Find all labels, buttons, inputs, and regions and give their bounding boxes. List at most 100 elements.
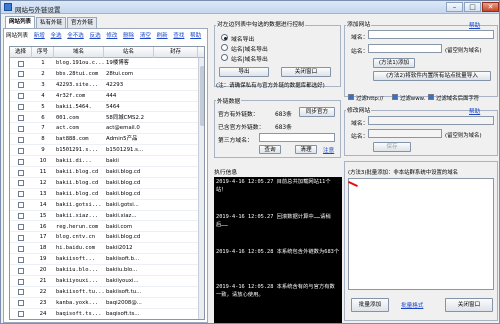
row-checkbox[interactable] <box>18 158 24 165</box>
tab-site-list[interactable]: 网站列表 <box>5 16 35 28</box>
row-checkbox[interactable] <box>18 169 24 176</box>
radio-export-name-domain[interactable] <box>221 44 228 51</box>
row-checkbox[interactable] <box>18 115 24 121</box>
row-checkbox[interactable] <box>18 267 24 274</box>
radio-export-name-domain-2[interactable] <box>221 54 228 61</box>
edit-site-help-link[interactable]: 帮助 <box>469 107 480 115</box>
search-link[interactable]: 查找 <box>173 33 184 39</box>
close-window-button-bottom[interactable]: 关闭窗口 <box>445 298 493 312</box>
row-checkbox[interactable] <box>18 300 24 307</box>
table-row[interactable]: 12 bakii.blog.cd bakii.blog.cd <box>10 178 198 189</box>
clear-link[interactable]: 清空 <box>140 33 151 39</box>
table-row[interactable]: 21 bakiiyouxi... bakiiyouxi... <box>10 276 198 287</box>
row-checkbox[interactable] <box>18 93 24 100</box>
select-none-link[interactable]: 全不选 <box>67 33 84 39</box>
tab-official-links[interactable]: 官方外链 <box>67 17 97 28</box>
select-all-link[interactable]: 全选 <box>51 33 62 39</box>
edit-domain-input[interactable] <box>368 116 494 125</box>
table-row[interactable]: 16 reg.herun.com bakii.com <box>10 222 198 233</box>
row-checkbox[interactable] <box>18 224 24 230</box>
table-scrollbar[interactable] <box>198 58 204 319</box>
table-row[interactable]: 5 bakii.5464. 5464 <box>10 102 198 113</box>
scrollbar-thumb[interactable] <box>200 66 204 126</box>
row-checkbox[interactable] <box>18 82 24 89</box>
row-checkbox[interactable] <box>18 60 24 67</box>
table-row[interactable]: 14 bakii.gotsi... bakii.gotsi... <box>10 200 198 211</box>
row-checkbox[interactable] <box>18 311 24 318</box>
table-row[interactable]: 15 bakii.xiaz... bakii.xiaz... <box>10 211 198 222</box>
table-row[interactable]: 4 4r32f.com 444 <box>10 91 198 102</box>
row-checkbox[interactable] <box>18 104 24 111</box>
method2-import-button[interactable]: (方法2)将软件内置所有站点批量导入 <box>373 71 491 81</box>
row-checkbox[interactable] <box>18 213 24 220</box>
batch-add-button[interactable]: 批量添加 <box>351 298 389 312</box>
row-checkbox[interactable] <box>18 234 24 241</box>
filter-http-checkbox[interactable] <box>348 94 354 100</box>
close-window-button-top[interactable]: 关闭窗口 <box>281 67 331 77</box>
sync-official-button[interactable]: 同步官方 <box>299 107 335 117</box>
refresh-link[interactable]: 刷新 <box>157 33 168 39</box>
table-row[interactable]: 13 bakii.blog.cd bakii.blog.cd <box>10 189 198 200</box>
table-row[interactable]: 2 bbs.28tui.com 28tui.com <box>10 69 198 80</box>
close-button[interactable]: ✕ <box>482 2 499 12</box>
table-row[interactable]: 10 bakii.di... bakii <box>10 156 198 167</box>
table-row[interactable]: 23 kanba.yoxk... baqi2008@... <box>10 298 198 309</box>
invert-link[interactable]: 反选 <box>90 33 101 39</box>
header-select[interactable]: 选择 <box>10 47 32 58</box>
table-row[interactable]: 22 bakiisoft.tu... bakiisoft.tu... <box>10 287 198 298</box>
table-row[interactable]: 8 bat888.com Admin5产品 <box>10 134 198 146</box>
tab-private-links[interactable]: 私有外链 <box>36 17 66 28</box>
row-checkbox[interactable] <box>18 278 24 285</box>
clear-button[interactable]: 清理 <box>295 145 317 154</box>
table-row[interactable]: 3 42293.site... 42293 <box>10 80 198 91</box>
row-checkbox[interactable] <box>18 289 24 296</box>
note-link[interactable]: 注意 <box>323 146 334 154</box>
table-row[interactable]: 24 baqisoft.ts... baqisoft.ts... <box>10 309 198 319</box>
table-row[interactable]: 1 blog.191ou.c... 19楼博客 <box>10 58 198 69</box>
row-checkbox[interactable] <box>18 245 24 252</box>
third-party-input[interactable] <box>259 133 335 142</box>
title-bar[interactable]: 网站与外链设置 – □ ✕ <box>1 1 499 14</box>
modify-link[interactable]: 修改 <box>106 33 117 39</box>
table-row[interactable]: 6 001.com 58同城CMS2.2 <box>10 113 198 124</box>
help-link[interactable]: 帮助 <box>190 33 201 39</box>
table-row[interactable]: 20 bakiiu.blo... bakiiu.blo... <box>10 265 198 276</box>
header-index[interactable]: 序号 <box>32 47 54 58</box>
add-domain-input[interactable] <box>368 30 494 39</box>
filter-www-checkbox[interactable] <box>392 94 398 100</box>
row-checkbox[interactable] <box>18 191 24 198</box>
query-button[interactable]: 查询 <box>259 145 281 154</box>
filter-suffix-checkbox[interactable] <box>428 94 434 100</box>
header-archive[interactable]: 封存 <box>154 47 198 58</box>
table-row[interactable]: 18 hi.baidu.com bakii2012 <box>10 243 198 255</box>
table-row[interactable]: 19 bakiisoft... bakiisoft.b... <box>10 254 198 266</box>
add-name-input[interactable] <box>368 44 442 53</box>
export-button[interactable]: 导出 <box>219 67 269 77</box>
table-row[interactable]: 17 blog.cntv.cn bakii.blog.cd <box>10 232 198 244</box>
minimize-button[interactable]: – <box>446 2 463 12</box>
add-link[interactable]: 新增 <box>34 33 45 39</box>
row-checkbox[interactable] <box>18 256 24 263</box>
table-row[interactable]: 7 act.com act@email.0 <box>10 123 198 135</box>
delete-link[interactable]: 删除 <box>123 33 134 39</box>
row-domain: blog.191ou.c... <box>56 60 104 66</box>
row-checkbox[interactable] <box>18 136 24 143</box>
header-site-name[interactable]: 站名 <box>104 47 154 58</box>
row-checkbox[interactable] <box>18 71 24 78</box>
add-site-help-link[interactable]: 帮助 <box>469 21 480 29</box>
edit-name-input[interactable] <box>368 129 442 138</box>
row-checkbox[interactable] <box>18 125 24 132</box>
save-button[interactable]: 保存 <box>373 142 411 152</box>
method1-add-button[interactable]: (方法1)添加 <box>373 58 415 68</box>
row-checkbox[interactable] <box>18 202 24 209</box>
table-row[interactable]: 9 b1501291.s... b1501291.s... <box>10 145 198 157</box>
row-checkbox[interactable] <box>18 180 24 187</box>
maximize-button[interactable]: □ <box>464 2 481 12</box>
row-checkbox[interactable] <box>18 147 24 154</box>
batch-format-link[interactable]: 批量格式 <box>401 301 423 309</box>
row-domain: bakii.gotsi... <box>56 201 102 208</box>
batch-textarea[interactable] <box>348 178 494 290</box>
header-domain[interactable]: 域名 <box>54 47 104 58</box>
radio-export-domain[interactable] <box>221 34 228 41</box>
table-row[interactable]: 11 bakii.blog.cd bakii.blog.cd <box>10 167 198 178</box>
